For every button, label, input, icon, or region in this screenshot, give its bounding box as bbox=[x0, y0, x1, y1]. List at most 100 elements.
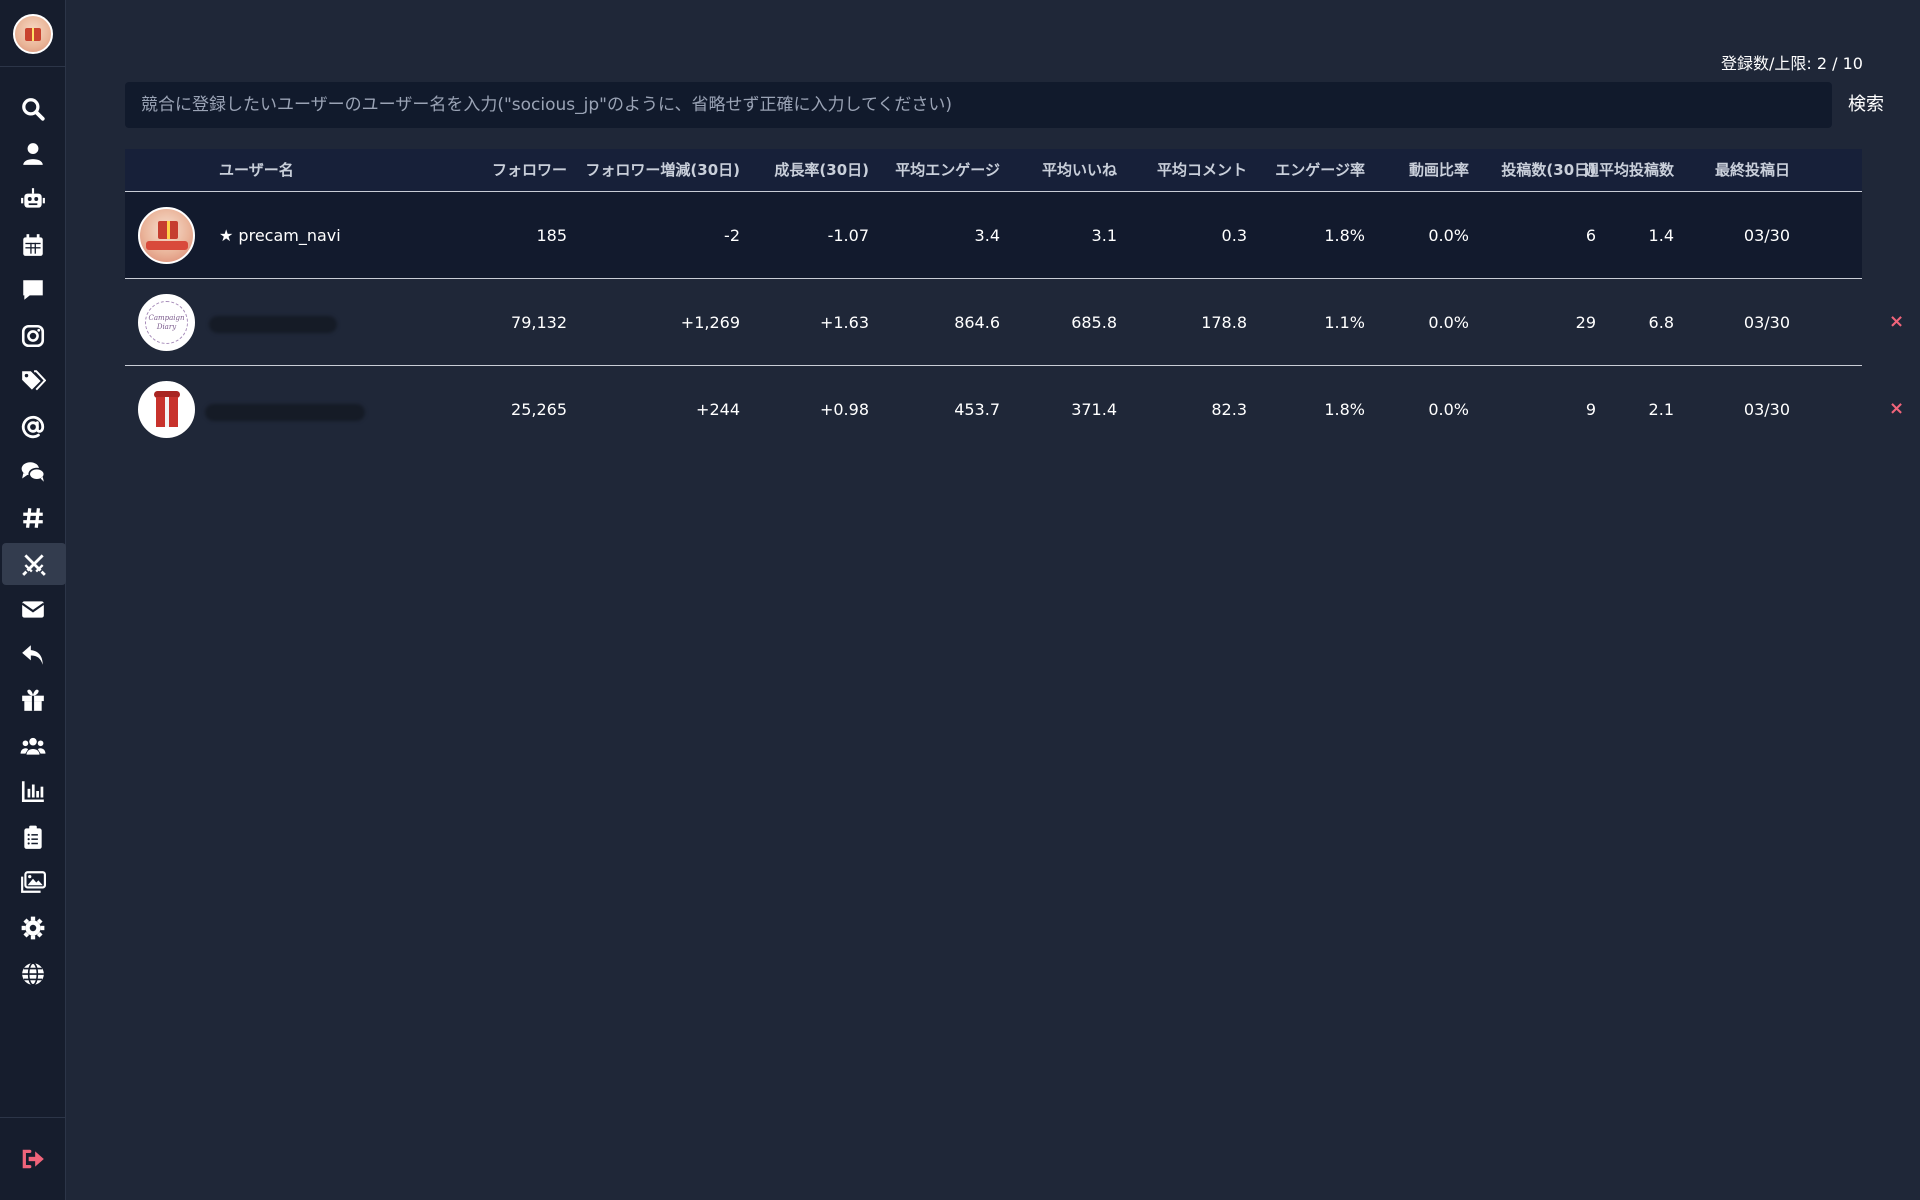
sidebar-item-competitors[interactable] bbox=[2, 543, 66, 585]
column-header-avg-likes[interactable]: 平均いいね bbox=[1042, 149, 1117, 192]
followers-cell: 79,132 bbox=[511, 313, 567, 332]
sidebar-item-images[interactable] bbox=[0, 861, 66, 903]
calendar-icon bbox=[23, 234, 43, 256]
table-row: ★ precam_navi 185 -2 -1.07 3.4 3.1 0.3 1… bbox=[125, 192, 1862, 279]
sidebar-item-instagram[interactable] bbox=[0, 315, 66, 357]
globe-icon bbox=[22, 962, 44, 986]
delete-competitor-button[interactable]: × bbox=[1889, 279, 1904, 366]
column-header-growth-rate[interactable]: 成長率(30日) bbox=[774, 149, 869, 192]
chart-bar-icon bbox=[21, 781, 44, 803]
posts-cell: 6 bbox=[1585, 226, 1596, 245]
competitor-search-input[interactable] bbox=[125, 82, 1832, 128]
sidebar bbox=[0, 0, 66, 1200]
redacted-username bbox=[209, 316, 337, 333]
sidebar-divider bbox=[0, 1117, 66, 1118]
sidebar-item-mention[interactable] bbox=[0, 406, 66, 448]
last-post-cell: 03/30 bbox=[1743, 313, 1790, 332]
column-header-username[interactable]: ユーザー名 bbox=[219, 149, 294, 192]
app-logo[interactable] bbox=[13, 14, 53, 54]
redacted-username bbox=[205, 404, 365, 421]
weekly-posts-cell: 6.8 bbox=[1648, 313, 1674, 332]
delete-competitor-button[interactable]: × bbox=[1889, 366, 1904, 453]
engage-rate-cell: 1.8% bbox=[1324, 400, 1365, 419]
column-header-followers[interactable]: フォロワー bbox=[492, 149, 567, 192]
sidebar-item-search[interactable] bbox=[0, 88, 66, 130]
avatar[interactable] bbox=[138, 381, 195, 438]
followers-cell: 185 bbox=[536, 226, 567, 245]
avg-likes-cell: 3.1 bbox=[1091, 226, 1117, 245]
followers-cell: 25,265 bbox=[511, 400, 567, 419]
growth-rate-cell: -1.07 bbox=[827, 226, 869, 245]
sign-out-icon bbox=[22, 1149, 44, 1169]
video-ratio-cell: 0.0% bbox=[1428, 226, 1469, 245]
swords-icon bbox=[22, 554, 46, 576]
sidebar-item-reports[interactable] bbox=[0, 816, 66, 858]
sidebar-item-reply[interactable] bbox=[0, 634, 66, 676]
comments-icon bbox=[21, 462, 46, 482]
robot-icon bbox=[21, 188, 45, 208]
sidebar-item-users[interactable] bbox=[0, 725, 66, 767]
engage-rate-cell: 1.8% bbox=[1324, 226, 1365, 245]
username[interactable]: ★ precam_navi bbox=[219, 192, 341, 279]
column-header-weekly-posts[interactable]: 週平均投稿数 bbox=[1584, 149, 1674, 192]
posts-cell: 9 bbox=[1585, 400, 1596, 419]
images-icon bbox=[21, 871, 46, 893]
column-header-follower-change[interactable]: フォロワー増減(30日) bbox=[585, 149, 740, 192]
sidebar-item-comments[interactable] bbox=[0, 451, 66, 493]
sidebar-item-hashtag[interactable] bbox=[0, 497, 66, 539]
avg-comments-cell: 178.8 bbox=[1201, 313, 1247, 332]
engage-rate-cell: 1.1% bbox=[1324, 313, 1365, 332]
sidebar-item-settings[interactable] bbox=[0, 907, 66, 949]
sidebar-item-message[interactable] bbox=[0, 269, 66, 311]
video-ratio-cell: 0.0% bbox=[1428, 400, 1469, 419]
weekly-posts-cell: 1.4 bbox=[1648, 226, 1674, 245]
follower-change-cell: -2 bbox=[724, 226, 740, 245]
tags-icon bbox=[22, 370, 46, 391]
sidebar-item-calendar[interactable] bbox=[0, 224, 66, 266]
follower-change-cell: +244 bbox=[696, 400, 740, 419]
competitor-table: ユーザー名 フォロワー フォロワー増減(30日) 成長率(30日) 平均エンゲー… bbox=[125, 149, 1904, 453]
clipboard-list-icon bbox=[24, 825, 42, 849]
column-header-last-post[interactable]: 最終投稿日 bbox=[1715, 149, 1790, 192]
user-icon bbox=[23, 143, 43, 165]
weekly-posts-cell: 2.1 bbox=[1648, 400, 1674, 419]
sidebar-divider bbox=[0, 66, 66, 67]
table-row: 25,265 +244 +0.98 453.7 371.4 82.3 1.8% … bbox=[125, 366, 1904, 453]
comment-icon bbox=[23, 280, 43, 300]
avatar[interactable]: Campaign Diary bbox=[138, 294, 195, 351]
envelope-icon bbox=[21, 601, 45, 618]
sidebar-item-logout[interactable] bbox=[0, 1138, 66, 1180]
sidebar-item-user[interactable] bbox=[0, 133, 66, 175]
at-icon bbox=[21, 415, 45, 439]
sidebar-item-language[interactable] bbox=[0, 953, 66, 995]
column-header-video-ratio[interactable]: 動画比率 bbox=[1409, 149, 1469, 192]
sidebar-item-tags[interactable] bbox=[0, 360, 66, 402]
main-content: 登録数/上限: 2 / 10 検索 ユーザー名 フォロワー フォロワー増減(30… bbox=[66, 0, 1920, 1200]
avg-engage-cell: 864.6 bbox=[954, 313, 1000, 332]
sidebar-item-analytics[interactable] bbox=[0, 770, 66, 812]
avg-comments-cell: 82.3 bbox=[1211, 400, 1247, 419]
growth-rate-cell: +0.98 bbox=[819, 400, 869, 419]
last-post-cell: 03/30 bbox=[1743, 226, 1790, 245]
reply-icon bbox=[22, 645, 43, 665]
posts-cell: 29 bbox=[1575, 313, 1596, 332]
column-header-avg-engage[interactable]: 平均エンゲージ bbox=[895, 149, 1000, 192]
search-button[interactable]: 検索 bbox=[1848, 90, 1884, 116]
avatar[interactable] bbox=[138, 207, 195, 264]
growth-rate-cell: +1.63 bbox=[819, 313, 869, 332]
column-header-avg-comments[interactable]: 平均コメント bbox=[1157, 149, 1247, 192]
hashtag-icon bbox=[23, 508, 43, 528]
table-row: Campaign Diary 79,132 +1,269 +1.63 864.6… bbox=[125, 279, 1904, 366]
last-post-cell: 03/30 bbox=[1743, 400, 1790, 419]
registration-count: 登録数/上限: 2 / 10 bbox=[1721, 54, 1863, 73]
sidebar-item-mail[interactable] bbox=[0, 588, 66, 630]
sidebar-item-gift[interactable] bbox=[0, 679, 66, 721]
column-header-engage-rate[interactable]: エンゲージ率 bbox=[1275, 149, 1365, 192]
gear-icon bbox=[21, 916, 45, 940]
avg-engage-cell: 453.7 bbox=[954, 400, 1000, 419]
follower-change-cell: +1,269 bbox=[680, 313, 740, 332]
sidebar-item-robot[interactable] bbox=[0, 178, 66, 220]
instagram-icon bbox=[21, 324, 45, 348]
column-header-posts[interactable]: 投稿数(30日) bbox=[1501, 149, 1596, 192]
avg-comments-cell: 0.3 bbox=[1221, 226, 1247, 245]
